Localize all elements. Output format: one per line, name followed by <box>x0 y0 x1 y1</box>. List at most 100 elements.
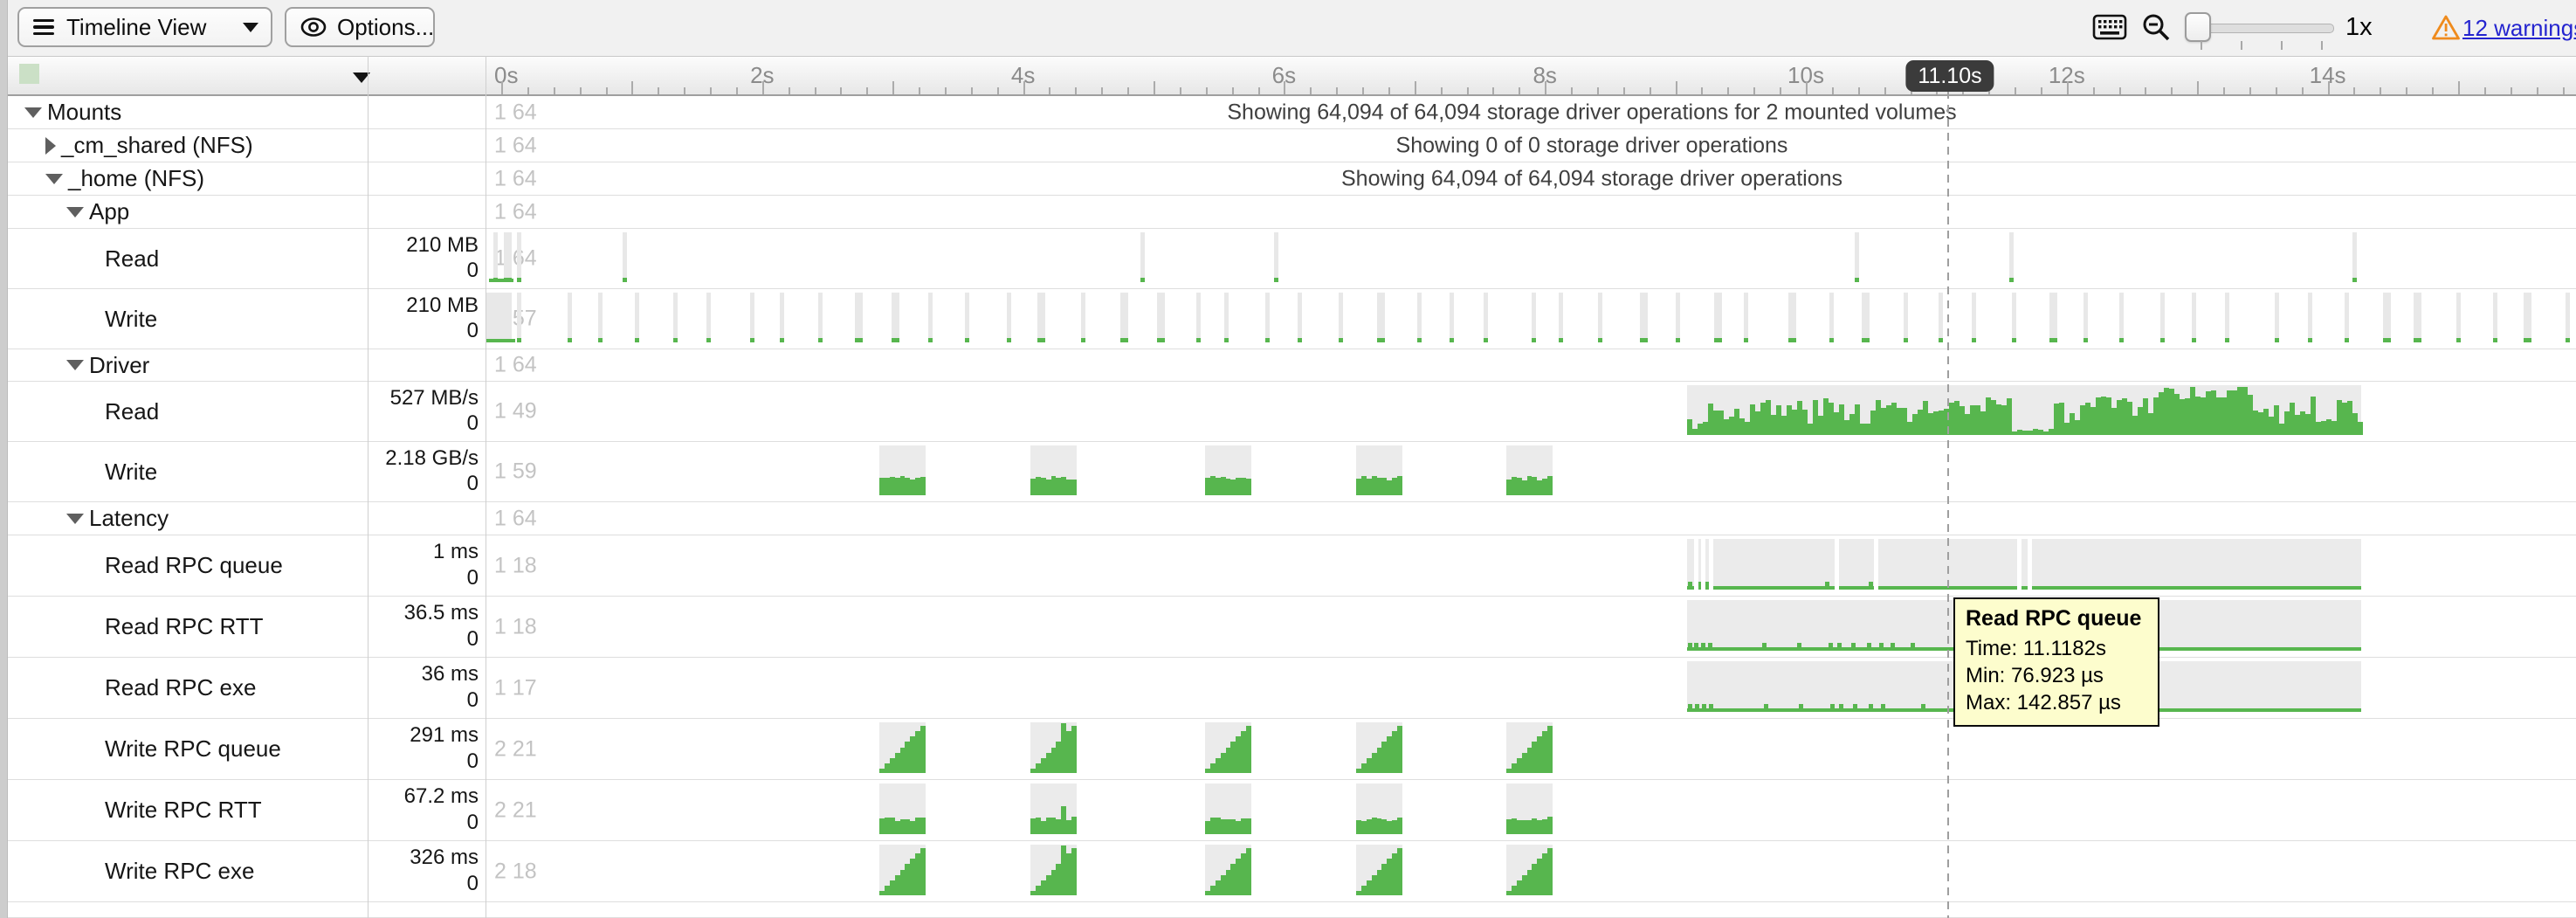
tree-item-driver-read[interactable]: Read <box>7 382 368 441</box>
caret-right-icon[interactable] <box>45 137 56 155</box>
zoom-slider-handle[interactable] <box>2185 12 2211 42</box>
ruler-tick <box>554 87 555 94</box>
chart-mark <box>1695 704 1699 708</box>
chart-mark <box>706 338 711 342</box>
chart-mounts[interactable]: 1 64Showing 64,094 of 64,094 storage dri… <box>486 96 2576 128</box>
row-app: App 1 64 <box>0 196 2576 229</box>
ruler-tick <box>997 87 999 94</box>
chart-mark <box>1532 293 1536 342</box>
chart-mark <box>1714 293 1722 342</box>
chart-driver-read[interactable]: 1 49 <box>486 382 2576 441</box>
ruler-tick <box>2067 81 2069 94</box>
chart-driver-write[interactable]: 1 59 <box>486 442 2576 501</box>
row-min-value: 0 <box>467 749 479 774</box>
chart-cm-shared[interactable]: 1 64Showing 0 of 0 storage driver operat… <box>486 129 2576 162</box>
tooltip-min: Min: 76.923 µs <box>1966 662 2147 689</box>
row-cm-shared: _cm_shared (NFS) 1 64Showing 0 of 0 stora… <box>0 129 2576 162</box>
tree-item-read-rpc-exe[interactable]: Read RPC exe <box>7 658 368 718</box>
tree-item-app-write[interactable]: Write <box>7 289 368 349</box>
chart-latency[interactable]: 1 64 <box>486 502 2576 535</box>
row-max-value: 527 MB/s <box>390 386 479 411</box>
chart-write-rpc-rtt[interactable]: 2 21 <box>486 780 2576 840</box>
tree-item-home[interactable]: _home (NFS) <box>7 162 368 195</box>
chart-mark <box>2225 338 2229 342</box>
chart-mark <box>1071 848 1077 895</box>
ruler-tick <box>580 87 582 94</box>
chart-mark <box>928 293 933 342</box>
chart-mark <box>1598 293 1602 342</box>
chart-read-rpc-rtt[interactable]: 1 18 <box>486 597 2576 657</box>
chart-mark <box>1855 278 1859 282</box>
tree-item-app-read[interactable]: Read <box>7 229 368 288</box>
slider-tick <box>2281 41 2283 50</box>
chart-mark <box>1071 817 1077 834</box>
row-values-read-rpc-rtt: 36.5 ms0 <box>368 597 486 657</box>
tree-column-header[interactable] <box>7 57 368 94</box>
ruler-tick <box>1023 81 1025 94</box>
chart-read-rpc-queue[interactable]: 1 18 <box>486 535 2576 596</box>
row-max-value: 2.18 GB/s <box>385 446 479 471</box>
tree-item-latency[interactable]: Latency <box>7 502 368 535</box>
tree-item-driver[interactable]: Driver <box>7 349 368 381</box>
row-count-label: 1 64 <box>494 199 537 224</box>
tooltip: Read RPC queue Time: 11.1182s Min: 76.92… <box>1953 597 2159 727</box>
keyboard-shortcuts-icon[interactable] <box>2092 14 2127 45</box>
row-values-driver-read: 527 MB/s0 <box>368 382 486 441</box>
caret-down-icon[interactable] <box>66 360 84 370</box>
row-max-value: 1 ms <box>433 540 479 564</box>
tooltip-max: Max: 142.857 µs <box>1966 689 2147 716</box>
chart-mark <box>818 293 823 342</box>
tree-item-mounts[interactable]: Mounts <box>7 96 368 128</box>
chart-read-rpc-exe[interactable]: 1 17 <box>486 658 2576 718</box>
caret-down-icon[interactable] <box>66 207 84 217</box>
row-values-read-rpc-queue: 1 ms0 <box>368 535 486 596</box>
row-read-rpc-exe: Read RPC exe36 ms01 17 <box>0 658 2576 719</box>
chart-mark <box>2493 293 2497 342</box>
chart-mark <box>2524 293 2531 342</box>
chart-mark <box>2192 293 2196 342</box>
tree-item-driver-write[interactable]: Write <box>7 442 368 501</box>
chart-mark <box>1825 582 1829 586</box>
caret-down-icon[interactable] <box>66 514 84 524</box>
chart-mark <box>1532 338 1536 342</box>
row-count-label: 1 59 <box>494 459 537 485</box>
zoom-level-label: 1x <box>2345 13 2373 42</box>
caret-down-icon[interactable] <box>24 107 42 118</box>
chart-write-rpc-exe[interactable]: 2 18 <box>486 841 2576 901</box>
chart-mark <box>1120 293 1128 342</box>
tree-item-write-rpc-rtt[interactable]: Write RPC RTT <box>7 780 368 840</box>
view-selector-dropdown[interactable]: Timeline View <box>17 7 272 47</box>
options-button[interactable]: Options... <box>285 7 435 47</box>
row-driver: Driver 1 64 <box>0 349 2576 382</box>
chart-home[interactable]: 1 64Showing 64,094 of 64,094 storage dri… <box>486 162 2576 195</box>
chart-write-rpc-queue[interactable]: 2 21 <box>486 719 2576 779</box>
caret-down-icon[interactable] <box>45 174 63 184</box>
tree-item-app[interactable]: App <box>7 196 368 228</box>
tree-item-read-rpc-queue[interactable]: Read RPC queue <box>7 535 368 596</box>
chart-app[interactable]: 1 64 <box>486 196 2576 228</box>
time-ruler[interactable]: 0s2s4s6s8s10s12s14s <box>486 57 2576 94</box>
chart-mark <box>855 338 863 342</box>
chart-app-read[interactable]: 1 64 <box>486 229 2576 288</box>
ruler-tick <box>2511 87 2512 94</box>
slider-tick <box>2201 41 2202 50</box>
chart-mark <box>1688 582 1692 586</box>
tree-item-write-rpc-queue[interactable]: Write RPC queue <box>7 719 368 779</box>
zoom-out-icon[interactable] <box>2141 12 2173 48</box>
ruler-tick <box>2093 87 2095 94</box>
row-read-rpc-queue: Read RPC queue1 ms01 18 <box>0 535 2576 597</box>
warnings-link[interactable]: 12 warnings <box>2462 15 2576 42</box>
chart-driver[interactable]: 1 64 <box>486 349 2576 381</box>
chart-mark <box>706 293 711 342</box>
tree-item-read-rpc-rtt[interactable]: Read RPC RTT <box>7 597 368 657</box>
tree-item-write-rpc-exe[interactable]: Write RPC exe <box>7 841 368 901</box>
chart-mark <box>1676 293 1680 342</box>
chart-mark <box>1709 539 1713 590</box>
ruler-tick <box>2458 81 2460 94</box>
tree-item-cm-shared[interactable]: _cm_shared (NFS) <box>7 129 368 162</box>
ruler-tick <box>1492 87 1494 94</box>
chart-mark <box>635 338 639 342</box>
chart-app-write[interactable]: 1 57 <box>486 289 2576 349</box>
chart-mark <box>1911 643 1915 647</box>
chart-mark <box>1450 293 1454 342</box>
